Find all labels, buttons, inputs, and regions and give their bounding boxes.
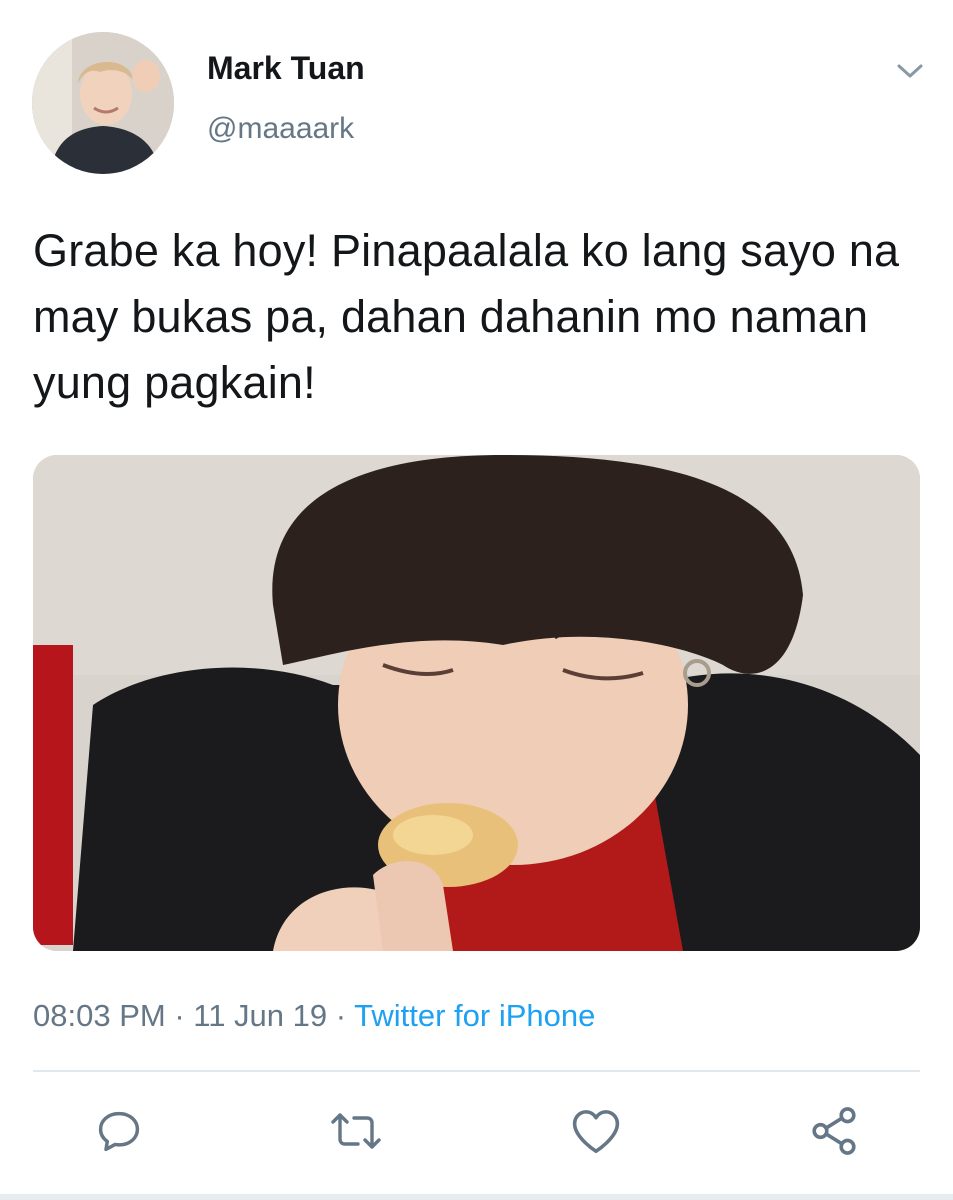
heart-icon[interactable]	[568, 1103, 624, 1159]
tweet-source-link[interactable]: Twitter for iPhone	[354, 998, 595, 1033]
divider	[33, 1070, 920, 1072]
media-image	[33, 455, 920, 951]
tweet-date: 11 Jun 19	[193, 998, 328, 1033]
tweet-text: Grabe ka hoy! Pinapaalala ko lang sayo n…	[33, 225, 900, 408]
meta-separator: ·	[327, 998, 355, 1033]
user-handle[interactable]: @maaaark	[207, 112, 354, 146]
avatar[interactable]	[32, 32, 174, 174]
tweet-meta: 08:03 PM · 11 Jun 19 · Twitter for iPhon…	[33, 998, 595, 1034]
tweet-card: Mark Tuan @maaaark Grabe ka hoy! Pinapaa…	[0, 0, 953, 1200]
chevron-down-icon[interactable]	[892, 56, 928, 86]
bottom-border	[0, 1194, 953, 1200]
display-name[interactable]: Mark Tuan	[207, 50, 365, 87]
retweet-icon[interactable]	[328, 1103, 384, 1159]
share-icon[interactable]	[806, 1103, 862, 1159]
meta-separator: ·	[165, 998, 194, 1033]
tweet-media-photo[interactable]	[33, 455, 920, 951]
tweet-time: 08:03 PM	[33, 998, 166, 1033]
avatar-image	[32, 32, 174, 174]
reply-icon[interactable]	[91, 1103, 147, 1159]
